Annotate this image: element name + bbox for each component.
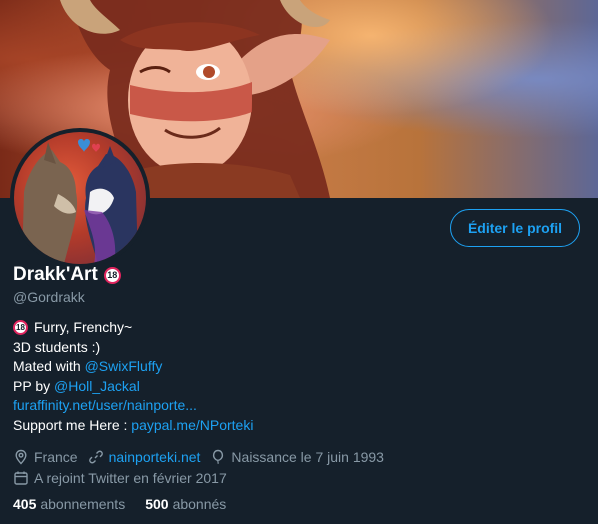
adult-content-badge-icon: 18 [103, 266, 121, 284]
followers-label: abonnés [172, 496, 227, 512]
bio-text: PP by [13, 377, 54, 394]
edit-profile-button[interactable]: Éditer le profil [450, 209, 580, 247]
bio-line: Furry, Frenchy~ [34, 319, 133, 335]
bio-text: Mated with [13, 358, 85, 374]
avatar-illustration [22, 139, 138, 264]
username-handle: @Gordrakk [13, 289, 85, 305]
location-pin-icon [15, 449, 27, 465]
following-label: abonnements [40, 496, 126, 512]
name-row: Drakk'Art 18 [13, 264, 121, 286]
bio-line: 3D students :) [13, 338, 101, 355]
balloon-icon [213, 449, 224, 464]
mention-link-swixfluffy[interactable]: @SwixFluffy [85, 357, 163, 377]
profile-meta: France nainporteki.net Naissance le 7 ju… [13, 446, 394, 488]
following-stat[interactable]: 405 abonnements [13, 496, 125, 512]
follow-stats: 405 abonnements 500 abonnés [13, 496, 246, 512]
link-icon [88, 450, 103, 463]
paypal-link[interactable]: paypal.me/NPorteki [131, 416, 253, 436]
joined-text: A rejoint Twitter en février 2017 [34, 469, 227, 486]
profile-avatar[interactable] [10, 128, 150, 268]
calendar-icon [14, 471, 28, 485]
followers-stat[interactable]: 500 abonnés [145, 496, 226, 512]
website-item[interactable]: nainporteki.net [88, 449, 201, 465]
adult-content-badge-icon: 18 [13, 320, 28, 336]
birthday-text: Naissance le 7 juin 1993 [231, 448, 384, 465]
following-count: 405 [13, 496, 37, 512]
website-link[interactable]: nainporteki.net [109, 449, 201, 465]
display-name: Drakk'Art [13, 264, 98, 285]
joined-item: A rejoint Twitter en février 2017 [13, 470, 227, 486]
furaffinity-link[interactable]: furaffinity.net/user/nainporte... [13, 396, 197, 416]
birthday-item: Naissance le 7 juin 1993 [210, 449, 384, 465]
bio-text: Support me Here : [13, 416, 132, 433]
location-text: France [34, 448, 78, 465]
followers-count: 500 [145, 496, 169, 512]
mention-link-holl-jackal[interactable]: @Holl_Jackal [54, 377, 140, 397]
profile-bio: 18 Furry, Frenchy~ 3D students :) Mated … [13, 318, 253, 435]
location-item: France [13, 449, 78, 465]
